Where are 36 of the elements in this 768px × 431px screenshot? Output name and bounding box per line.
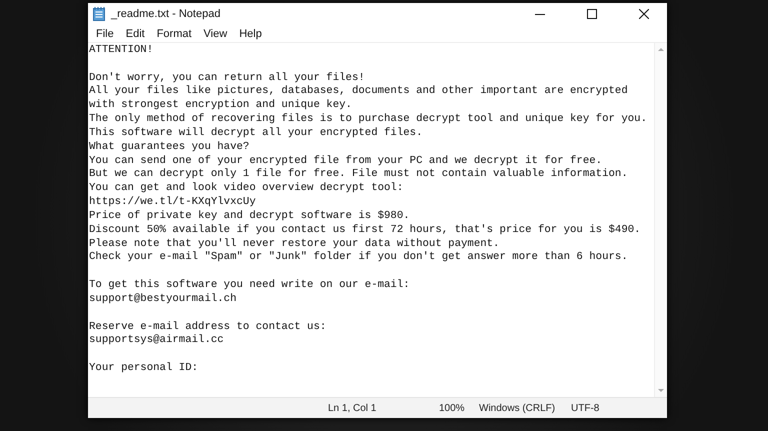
cursor-position: Ln 1, Col 1: [328, 402, 378, 414]
text-line: The only method of recovering files is to purchase decrypt tool and unique key for you.: [89, 113, 647, 127]
menu-item[interactable]: Edit: [120, 28, 151, 40]
text-line: Your personal ID:: [89, 362, 198, 376]
maximize-icon: [587, 9, 597, 19]
window-title: _readme.txt - Notepad: [111, 8, 222, 20]
text-line: You can send one of your encrypted file from your PC and we decrypt it for free.: [89, 154, 602, 168]
scroll-up-icon[interactable]: [658, 47, 664, 52]
zoom-level: 100%: [439, 402, 466, 414]
menu-item[interactable]: Format: [150, 28, 198, 40]
text-line: ATTENTION!: [89, 44, 154, 58]
text-line: But we can decrypt only 1 file for free. File must not contain valuable information.: [89, 168, 628, 182]
menu-item[interactable]: File: [90, 28, 120, 40]
text-line: Price of private key and decrypt software is $980.: [89, 210, 410, 224]
text-line: What guarantees you have?: [89, 140, 250, 155]
text-line: You can get and look video overview decrypt tool:: [89, 182, 404, 196]
scroll-down-icon[interactable]: [658, 388, 664, 393]
text-line: https://we.tl/t-KXqYlvxcUy: [89, 196, 256, 210]
notepad-icon: [93, 7, 105, 21]
text-line: Check your e-mail "Spam" or "Junk" folder if you don't get answer more than 6 hours.: [89, 251, 628, 266]
text-line: Discount 50% available if you contact us first 72 hours, that's price for you is $490.: [89, 224, 641, 238]
text-line: Reserve e-mail address to contact us:: [89, 320, 326, 334]
text-line: with strongest encryption and unique key.: [89, 99, 352, 113]
text-line: This software will decrypt all your encrypted files.: [89, 126, 423, 141]
line-ending-label: Windows (CRLF): [479, 402, 556, 414]
text-line: All your files like pictures, databases, documents and other important are encrypted: [89, 85, 628, 99]
encoding-label: UTF-8: [571, 402, 600, 414]
text-line: supportsys@airmail.cc: [89, 334, 224, 348]
scrollbar[interactable]: [654, 43, 667, 397]
menu-item[interactable]: View: [198, 28, 234, 40]
text-line: Please note that you'll never restore your data without payment.: [89, 238, 500, 251]
close-icon: [639, 9, 649, 19]
menu-item[interactable]: Help: [233, 28, 268, 40]
text-line: support@bestyourmail.ch: [89, 292, 237, 307]
text-line: Don't worry, you can return all your files!: [89, 72, 365, 85]
text-line: To get this software you need write on our e-mail:: [89, 279, 410, 293]
